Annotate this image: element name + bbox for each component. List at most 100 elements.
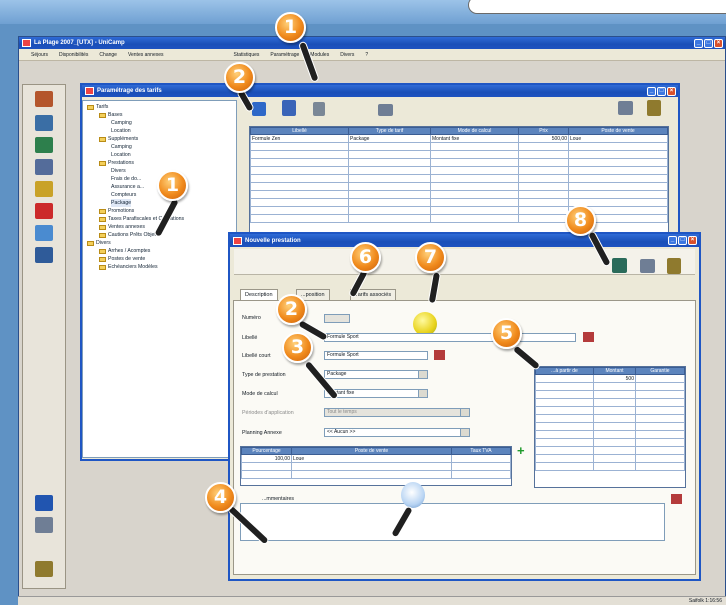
table-row[interactable]	[535, 454, 685, 463]
libelle-field[interactable]: Formule Sport	[324, 333, 576, 342]
table-row[interactable]	[250, 206, 668, 215]
edit-pencil-icon[interactable]	[282, 100, 296, 116]
add-plus-icon[interactable]: +	[517, 444, 525, 457]
table-row[interactable]	[250, 174, 668, 183]
col-pourcentage[interactable]: Pourcentage	[241, 447, 292, 455]
menu-statistiques[interactable]: Statistiques	[234, 52, 260, 58]
table-row[interactable]	[241, 470, 511, 479]
table-row[interactable]: 500	[535, 374, 685, 383]
tree-item[interactable]: Echéanciers Modèles	[87, 263, 232, 271]
table-row[interactable]	[250, 190, 668, 199]
maximize-icon[interactable]: □	[657, 86, 666, 96]
translate-icon[interactable]	[434, 350, 445, 360]
translate-icon[interactable]	[583, 332, 594, 342]
table-row[interactable]	[535, 398, 685, 407]
maximize-icon[interactable]: □	[704, 38, 713, 48]
commentaires-field[interactable]	[240, 503, 665, 541]
table-row[interactable]: Formule Zen Package Montant fixe 500,00 …	[250, 134, 668, 143]
menu-disponibilites[interactable]: Disponibilités	[59, 52, 88, 58]
numero-field[interactable]	[324, 314, 350, 323]
info-icon[interactable]	[35, 495, 53, 511]
table-row[interactable]	[250, 198, 668, 207]
tree-item[interactable]: Promotions	[87, 207, 232, 215]
col-type[interactable]: Type de tarif	[348, 127, 431, 135]
table-row[interactable]	[535, 422, 685, 431]
globe-icon[interactable]	[35, 181, 53, 197]
table-row[interactable]	[250, 150, 668, 159]
periodes-select[interactable]: Tout le temps	[324, 408, 470, 417]
table-row[interactable]: 100,00 Loue	[241, 454, 511, 463]
book-icon[interactable]	[35, 247, 53, 263]
tree-item[interactable]: Tarifs	[87, 103, 232, 111]
table-row[interactable]	[535, 390, 685, 399]
tree-item[interactable]: Arrhes / Acomptes	[87, 247, 232, 255]
tree-item[interactable]: Location	[87, 127, 232, 135]
save-icon[interactable]	[612, 258, 627, 273]
table-row[interactable]	[250, 142, 668, 151]
close-icon[interactable]: ×	[688, 236, 697, 245]
tree-item[interactable]: Suppléments	[87, 135, 232, 143]
menu-parametrage[interactable]: Paramétrage	[270, 52, 299, 58]
menu-change[interactable]: Change	[99, 52, 117, 58]
exit-door-icon[interactable]	[647, 100, 661, 116]
menu-help[interactable]: ?	[365, 52, 368, 58]
tree-item[interactable]: Camping	[87, 143, 232, 151]
table-row[interactable]	[250, 214, 668, 223]
new-icon[interactable]	[252, 102, 266, 116]
notepad-icon[interactable]	[401, 482, 425, 508]
translate-icon[interactable]	[671, 494, 682, 504]
people-icon[interactable]	[35, 137, 53, 153]
printer-icon[interactable]	[640, 259, 655, 273]
table-row[interactable]	[250, 182, 668, 191]
close-icon[interactable]: ×	[667, 86, 676, 96]
search-box[interactable]	[468, 0, 726, 14]
col-libelle[interactable]: Libellé	[250, 127, 349, 135]
col-prix[interactable]: Prix	[518, 127, 569, 135]
reception-icon[interactable]	[35, 91, 53, 107]
tree-item[interactable]: Package	[87, 199, 232, 207]
exit-door-icon[interactable]	[667, 258, 681, 274]
tree-item[interactable]: Divers	[87, 167, 232, 175]
extinguisher-icon[interactable]	[35, 203, 53, 219]
planning-select[interactable]: << Aucun >>	[324, 428, 470, 437]
table-row[interactable]	[241, 462, 511, 471]
menu-modules[interactable]: Modules	[310, 52, 329, 58]
table-row[interactable]	[535, 406, 685, 415]
col-montant[interactable]: Montant	[593, 367, 636, 375]
col-mode[interactable]: Mode de calcul	[430, 127, 519, 135]
menu-divers[interactable]: Divers	[340, 52, 354, 58]
type-prestation-select[interactable]: Package	[324, 370, 428, 379]
menu-ventes-annexes[interactable]: Ventes annexes	[128, 52, 164, 58]
col-a-partir-de[interactable]: ...à partir de	[535, 367, 594, 375]
tree-item[interactable]: Bases	[87, 111, 232, 119]
maximize-icon[interactable]: □	[678, 236, 687, 245]
trash-icon[interactable]	[313, 102, 325, 116]
tree-item[interactable]: Camping	[87, 119, 232, 127]
libelle-court-field[interactable]: Formule Sport	[324, 351, 428, 360]
menu-sejours[interactable]: Séjours	[31, 52, 48, 58]
col-garantie[interactable]: Garantie	[635, 367, 685, 375]
table-row[interactable]	[535, 446, 685, 455]
col-poste-vente[interactable]: Poste de vente	[291, 447, 452, 455]
table-row[interactable]	[250, 166, 668, 175]
table-row[interactable]	[535, 462, 685, 471]
planning-icon[interactable]	[35, 159, 53, 175]
tree-item[interactable]: Postes de vente	[87, 255, 232, 263]
table-row[interactable]	[535, 414, 685, 423]
print-preview-icon[interactable]	[618, 101, 633, 115]
minimize-icon[interactable]: _	[647, 86, 656, 96]
exit-door-icon[interactable]	[35, 561, 53, 577]
table-row[interactable]	[535, 438, 685, 447]
printer-icon[interactable]	[378, 104, 393, 116]
chart-icon[interactable]	[35, 225, 53, 241]
tree-item[interactable]: Divers	[87, 239, 232, 247]
tree-item[interactable]: Location	[87, 151, 232, 159]
printer-icon[interactable]	[35, 517, 53, 533]
table-row[interactable]	[250, 158, 668, 167]
col-poste[interactable]: Poste de vente	[568, 127, 668, 135]
minimize-icon[interactable]: _	[668, 236, 677, 245]
col-taux-tva[interactable]: Taux TVA	[451, 447, 511, 455]
mode-calcul-select[interactable]: Montant fixe	[324, 389, 428, 398]
close-icon[interactable]: ×	[714, 38, 723, 48]
tree-item[interactable]: Prestations	[87, 159, 232, 167]
